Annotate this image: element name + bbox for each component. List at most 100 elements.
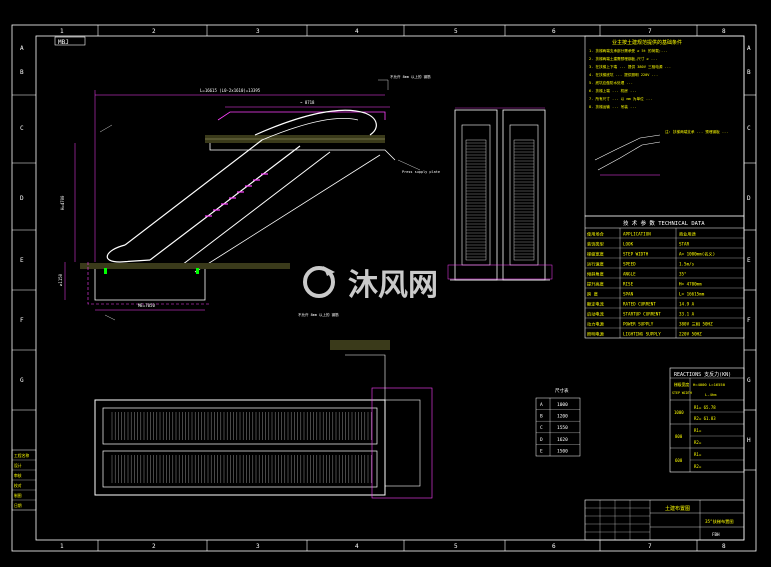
callout-lower-support: Press supply plate bbox=[402, 170, 440, 174]
note-line: 6. 扶梯上端 ... 机房 ... bbox=[589, 88, 637, 93]
grid-letter-left: A bbox=[20, 45, 24, 52]
reaction-r2: R2= 61.83 bbox=[694, 416, 716, 421]
dim-rise: H=4700 bbox=[60, 195, 65, 210]
detail-sketch bbox=[594, 134, 661, 176]
width-row-key: A bbox=[540, 402, 543, 408]
dim-span-r: ~ 8718 bbox=[300, 100, 315, 105]
tech-row-cn: 照明电源 bbox=[587, 331, 605, 338]
left-block-label: 校对 bbox=[14, 483, 22, 488]
tech-row-en: APPLICATION bbox=[623, 232, 651, 237]
watermark-logo-icon bbox=[303, 266, 335, 298]
note-line: 3. 在扶梯上下端 ... 提供 380V 三相电源 ... bbox=[589, 64, 671, 69]
grid-letter-right: H bbox=[747, 437, 751, 444]
grid-letter-left: C bbox=[20, 125, 24, 132]
plan-steps bbox=[111, 412, 372, 483]
tech-row-val: H= 4700mm bbox=[679, 282, 702, 287]
elevation-dimensions bbox=[64, 90, 390, 311]
tech-row-en: SPEED bbox=[623, 262, 636, 267]
reaction-width: 800 bbox=[675, 434, 683, 439]
left-block-label: 设计 bbox=[14, 463, 22, 468]
width-row-key: D bbox=[540, 437, 543, 443]
grid-letter-right: B bbox=[747, 69, 751, 76]
width-row-value: 1620 bbox=[557, 437, 568, 443]
drawing-title: 土建布置图 bbox=[665, 505, 690, 512]
grid-num-top: 2 bbox=[152, 28, 156, 35]
notes-title: 业主按土建规范提供的基础条件 bbox=[612, 39, 682, 46]
plan-callout: 不允许 8mm 以上的 钢筋 bbox=[298, 312, 339, 317]
reactions-table: REACTIONS 支反力(KN) 梯级宽度 STEP WIDTH H=4000… bbox=[669, 367, 745, 473]
tech-row-cn: 额定电流 bbox=[587, 301, 605, 308]
width-table-title: 尺寸表 bbox=[555, 387, 569, 394]
grid-num-top: 8 bbox=[722, 28, 726, 35]
grid-num-bottom: 3 bbox=[256, 543, 260, 550]
callout-upper-support: 不允许 8mm 以上的 钢筋 bbox=[390, 74, 431, 79]
tech-row-val: 33.1 A bbox=[679, 312, 695, 317]
tech-row-cn: 动力电源 bbox=[587, 321, 605, 328]
bottom-grid-numbers: 1 2 3 4 5 6 7 8 bbox=[60, 543, 726, 550]
grid-num-bottom: 8 bbox=[722, 543, 726, 550]
note-line: 2. 扶梯两端土建需预埋钢板,尺寸 ≥ ... bbox=[589, 56, 657, 61]
left-block-label: 工程名称 bbox=[14, 453, 29, 458]
tech-row-cn: 提升高度 bbox=[587, 281, 605, 288]
tech-row-val: 14.9 A bbox=[679, 302, 695, 307]
width-row-value: 1000 bbox=[557, 402, 568, 408]
tech-rows: 使用场合 APPLICATION 商业用途装饰类型 LOOK STAR 梯级宽度 STEP … bbox=[585, 231, 744, 338]
tech-row-en: RATED CURRENT bbox=[623, 302, 656, 307]
grid-letter-right: D bbox=[747, 195, 751, 202]
grid-num-bottom: 1 bbox=[60, 543, 64, 550]
grid-num-bottom: 5 bbox=[454, 543, 458, 550]
grid-letter-right: C bbox=[747, 125, 751, 132]
right-grid-letters: A B C D E F G H bbox=[747, 45, 751, 444]
left-block-rows: 工程名称设计审核校对制图日期 bbox=[12, 453, 36, 508]
tech-row-val: STAR bbox=[679, 242, 690, 247]
width-table: 尺寸表 A 1000 B 1200 C 1550 D 1620 E 1500 bbox=[535, 387, 581, 457]
grid-num-top: 5 bbox=[454, 28, 458, 35]
dim-overall: L=16615 (L0-2x1610)=13395 bbox=[200, 88, 261, 93]
grid-num-top: 7 bbox=[648, 28, 652, 35]
tech-row-en: LIGHTING SUPPLY bbox=[623, 332, 661, 337]
reactions-col1b: STEP WIDTH bbox=[672, 391, 692, 395]
drawing-model: 35°扶梯布置图 bbox=[705, 518, 734, 525]
tech-row-en: STARTUP CURRENT bbox=[623, 312, 661, 317]
grid-num-top: 6 bbox=[552, 28, 556, 35]
grid-letter-left: F bbox=[20, 317, 24, 324]
lower-floor-slab bbox=[80, 263, 290, 269]
width-row-value: 1200 bbox=[557, 414, 568, 420]
grid-num-bottom: 7 bbox=[648, 543, 652, 550]
tech-row-cn: 倾斜角度 bbox=[587, 271, 605, 278]
reaction-r1: R1= 65.78 bbox=[694, 405, 716, 410]
tech-row-en: SPAN bbox=[623, 292, 634, 297]
top-grid-numbers: 1 2 3 4 5 6 7 8 bbox=[60, 28, 726, 35]
tech-row-val: L= 16615mm bbox=[679, 292, 705, 297]
reaction-r1: R1= bbox=[694, 428, 702, 433]
width-rows: A 1000 B 1200 C 1550 D 1620 E 1500 bbox=[536, 402, 580, 454]
tech-data-table: 技 术 参 数 TECHNICAL DATA 使用场合 APPLICATION 商业… bbox=[584, 215, 745, 339]
note-line: 7. 所有尺寸 ... 以 mm 为单位 ... bbox=[589, 96, 652, 101]
grid-num-top: 4 bbox=[355, 28, 359, 35]
left-block-label: 审核 bbox=[14, 473, 22, 478]
tech-row-val: 380V 三相 50HZ bbox=[679, 321, 713, 328]
reaction-width: 1000 bbox=[674, 410, 684, 415]
tech-row-cn: 启动电流 bbox=[587, 311, 605, 318]
width-row-value: 1550 bbox=[557, 425, 568, 431]
grid-letter-left: G bbox=[20, 377, 24, 384]
width-row-key: E bbox=[540, 448, 543, 454]
main-title-block: 土建布置图 35°扶梯布置图 FBH bbox=[584, 499, 745, 541]
width-row-key: C bbox=[540, 425, 543, 431]
grid-letter-right: E bbox=[747, 257, 751, 264]
note-line: 1. 扶梯两端支承部分需承受 ≥ 5t 的荷载;... bbox=[589, 48, 667, 53]
tech-row-val: 220V 50HZ bbox=[679, 332, 702, 337]
tech-row-cn: 装饰类型 bbox=[587, 241, 604, 248]
grid-letter-left: E bbox=[20, 257, 24, 264]
reactions-title: REACTIONS 支反力(KN) bbox=[674, 371, 731, 378]
reaction-width: 600 bbox=[675, 458, 683, 463]
tech-row-en: LOOK bbox=[623, 242, 634, 247]
tech-row-cn: 梯级宽度 bbox=[587, 251, 605, 258]
left-title-block: 工程名称设计审核校对制图日期 bbox=[11, 449, 37, 511]
left-block-label: 制图 bbox=[14, 493, 22, 498]
reaction-r2: R2= bbox=[694, 464, 702, 469]
reactions-col1: 梯级宽度 bbox=[674, 382, 689, 387]
grid-letter-left: D bbox=[20, 195, 24, 202]
grid-letter-right: F bbox=[747, 317, 751, 324]
tech-row-val: 1.5m/s bbox=[679, 262, 695, 267]
